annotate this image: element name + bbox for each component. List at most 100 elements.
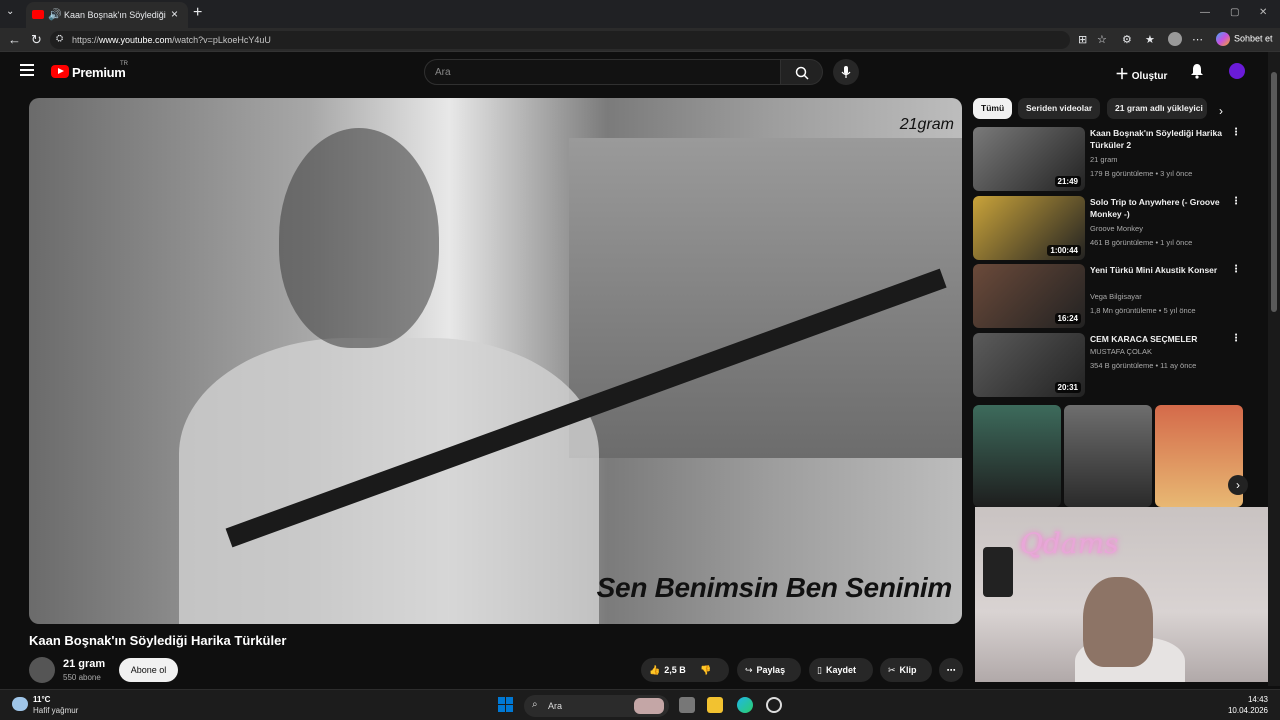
recommendation-thumbnail[interactable]: 16:24	[973, 264, 1085, 328]
recommendation-item[interactable]: 16:24 Yeni Türkü Mini Akustik Konser Vega …	[973, 264, 1263, 328]
neon-sign: Qdams	[1020, 527, 1119, 560]
page-scrollbar[interactable]	[1268, 52, 1280, 686]
recommendation-channel[interactable]: Groove Monkey	[1090, 224, 1143, 233]
profile-avatar[interactable]	[1168, 32, 1182, 46]
recommendation-title[interactable]: Yeni Türkü Mini Akustik Konser	[1090, 264, 1240, 276]
site-info-icon[interactable]: ⛭	[56, 33, 63, 44]
taskbar-search[interactable]: ⌕ Ara	[524, 695, 669, 717]
account-avatar[interactable]	[1229, 63, 1245, 79]
browser-tab-strip: ⌄ 🔊 Kaan Boşnak'ın Söylediği Harika Türk…	[0, 0, 1280, 28]
more-vertical-icon[interactable]: ⋮	[1231, 127, 1241, 138]
url-field[interactable]: ⛭ https://www.youtube.com/watch?v=pLkoeH…	[50, 31, 1070, 49]
youtube-logo-icon[interactable]	[51, 65, 69, 78]
new-tab-icon[interactable]: +	[193, 4, 202, 22]
short-thumbnail[interactable]	[973, 405, 1061, 507]
edge-browser-icon[interactable]	[737, 697, 753, 713]
like-count[interactable]: 2,5 B	[664, 665, 686, 675]
country-code: TR	[120, 61, 128, 67]
start-button[interactable]	[498, 697, 514, 713]
save-button[interactable]: ▯ Kaydet	[809, 658, 873, 682]
channel-name[interactable]: 21 gram	[63, 658, 105, 670]
recommendation-title[interactable]: Solo Trip to Anywhere (- Groove Monkey -…	[1090, 196, 1240, 220]
maximize-icon[interactable]: ▢	[1230, 7, 1239, 18]
video-duration: 21:49	[1054, 176, 1081, 187]
clip-button[interactable]: ✂ Klip	[880, 658, 932, 682]
app-icon[interactable]: ⊞	[1078, 33, 1087, 46]
more-vertical-icon[interactable]: ⋮	[1231, 196, 1241, 207]
search-input[interactable]: Ara	[424, 59, 781, 85]
windows-taskbar: 11°C Hafif yağmur ⌕ Ara 14:43 10.04.2026	[0, 689, 1280, 720]
close-tab-icon[interactable]: ×	[171, 7, 178, 21]
copilot-icon	[1216, 32, 1230, 46]
youtube-favicon-icon	[32, 10, 44, 19]
chevron-right-icon[interactable]: ›	[1219, 104, 1223, 118]
task-view-icon[interactable]	[679, 697, 695, 713]
recommendation-channel[interactable]: MUSTAFA ÇOLAK	[1090, 347, 1152, 356]
recommendation-item[interactable]: 20:31 CEM KARACA SEÇMELER MUSTAFA ÇOLAK 354…	[973, 333, 1263, 397]
recommendation-thumbnail[interactable]: 1:00:44	[973, 196, 1085, 260]
tab-list-chevron-icon[interactable]: ⌄	[6, 6, 14, 17]
recommendation-meta: 1,8 Mn görüntüleme • 5 yıl önce	[1090, 306, 1196, 315]
obs-icon[interactable]	[766, 697, 782, 713]
video-performer-head	[279, 128, 439, 348]
scrollbar-thumb[interactable]	[1271, 72, 1277, 312]
brand-name[interactable]: Premium	[72, 65, 126, 80]
voice-search-button[interactable]	[833, 59, 859, 85]
video-duration: 16:24	[1054, 313, 1081, 324]
recommendation-channel[interactable]: Vega Bilgisayar	[1090, 292, 1142, 301]
more-vertical-icon[interactable]: ⋮	[1231, 333, 1241, 344]
channel-avatar[interactable]	[29, 657, 55, 683]
minimize-icon[interactable]: —	[1200, 7, 1210, 18]
like-icon[interactable]: 👍	[649, 658, 660, 682]
browser-tab-active[interactable]: 🔊 Kaan Boşnak'ın Söylediği Harika Türkül…	[26, 2, 188, 28]
search-icon: ⌕	[532, 699, 538, 710]
extension-icon[interactable]: ⚙	[1122, 33, 1132, 46]
tab-title: Kaan Boşnak'ın Söylediği Harika Türküler	[64, 10, 168, 20]
more-vertical-icon[interactable]: ⋮	[1231, 264, 1241, 275]
subscribe-button[interactable]: Abone ol	[119, 658, 178, 682]
clock-date[interactable]: 10.04.2026	[1226, 706, 1268, 715]
close-window-icon[interactable]: ✕	[1259, 7, 1267, 18]
favorites-icon[interactable]: ★	[1145, 33, 1155, 46]
favorite-star-icon[interactable]: ☆	[1097, 33, 1107, 46]
file-explorer-icon[interactable]	[707, 697, 723, 713]
create-button[interactable]: ＋ Oluştur	[1115, 64, 1167, 84]
weather-cloud-icon[interactable]	[12, 697, 28, 711]
copilot-chat-button[interactable]: Sohbet et	[1216, 32, 1273, 46]
recommendation-item[interactable]: 1:00:44 Solo Trip to Anywhere (- Groove M…	[973, 196, 1263, 260]
plus-icon: ＋	[1115, 66, 1129, 82]
search-button[interactable]	[781, 59, 823, 85]
audio-playing-icon[interactable]: 🔊	[48, 8, 62, 21]
shorts-next-icon[interactable]: ›	[1228, 475, 1248, 495]
chip-uploader[interactable]: 21 gram adlı yükleyici	[1107, 98, 1207, 119]
youtube-header: Premium TR Ara ＋ Oluştur	[0, 52, 1268, 92]
more-actions-button[interactable]: ⋯	[939, 658, 963, 682]
share-button[interactable]: ↪ Paylaş	[737, 658, 801, 682]
chip-all[interactable]: Tümü	[973, 98, 1013, 119]
recommendation-channel[interactable]: 21 gram	[1090, 155, 1118, 164]
search-highlight-icon	[634, 698, 664, 714]
search-placeholder: Ara	[435, 67, 451, 78]
recommendation-title[interactable]: CEM KARACA SEÇMELER	[1090, 333, 1240, 345]
video-player[interactable]: 21gram Sen Benimsin Ben Seninim	[29, 98, 962, 624]
recommendation-item[interactable]: 21:49 Kaan Boşnak'ın Söylediği Harika Tür…	[973, 127, 1263, 191]
reload-icon[interactable]: ↻	[31, 32, 42, 48]
more-menu-icon[interactable]: ⋯	[1192, 33, 1203, 46]
url-text: https://www.youtube.com/watch?v=pLkoeHcY…	[72, 35, 271, 45]
recommendation-thumbnail[interactable]: 21:49	[973, 127, 1085, 191]
clock-time[interactable]: 14:43	[1226, 695, 1268, 704]
dislike-icon[interactable]: 👎	[700, 658, 711, 682]
short-thumbnail[interactable]	[1064, 405, 1152, 507]
like-dislike-group: 👍 2,5 B 👎	[641, 658, 729, 682]
recommendation-meta: 179 B görüntüleme • 3 yıl önce	[1090, 169, 1193, 178]
recommendation-title[interactable]: Kaan Boşnak'ın Söylediği Harika Türküler…	[1090, 127, 1240, 151]
video-duration: 20:31	[1054, 382, 1081, 393]
weather-temperature[interactable]: 11°C	[33, 695, 50, 704]
hamburger-menu-icon[interactable]	[20, 64, 34, 76]
notifications-bell-icon[interactable]	[1190, 63, 1204, 79]
weather-description[interactable]: Hafif yağmur	[33, 706, 78, 715]
recommendation-thumbnail[interactable]: 20:31	[973, 333, 1085, 397]
recommendation-meta: 354 B görüntüleme • 11 ay önce	[1090, 361, 1197, 370]
chip-series[interactable]: Seriden videolar	[1018, 98, 1101, 119]
back-icon[interactable]: ←	[8, 32, 21, 47]
